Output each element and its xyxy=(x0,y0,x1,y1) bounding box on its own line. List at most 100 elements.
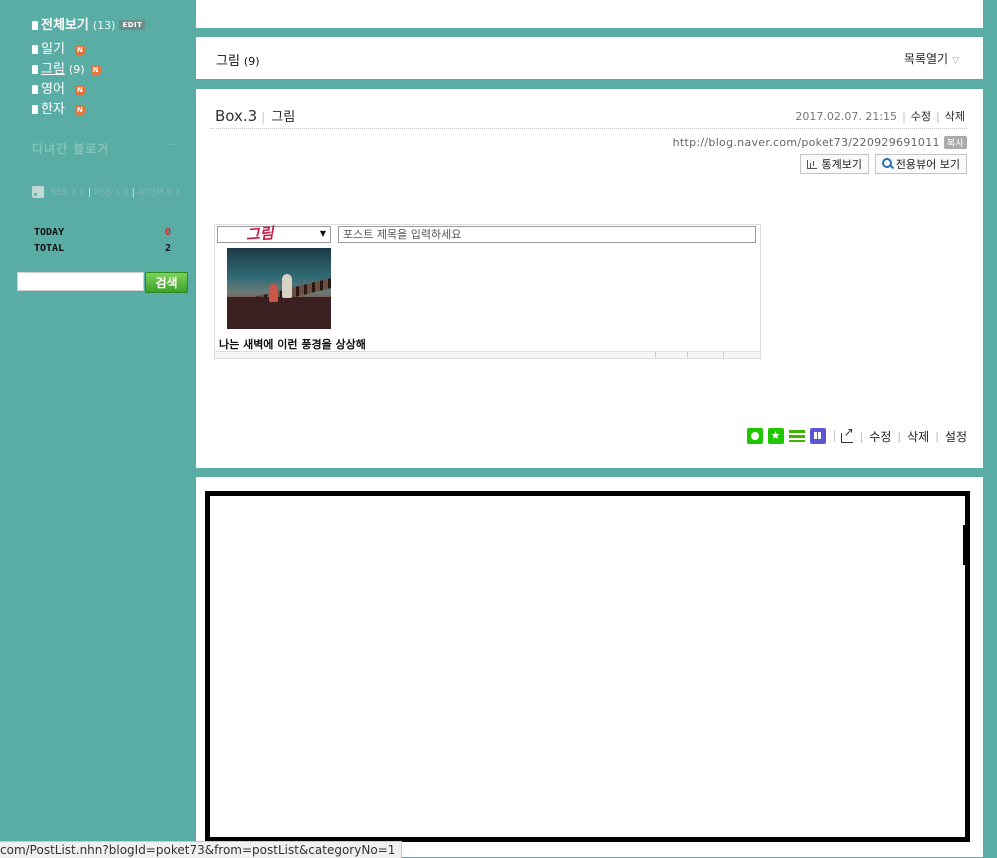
search-icon xyxy=(881,158,892,168)
edit-badge[interactable]: EDIT xyxy=(119,20,146,30)
category-count: (9) xyxy=(68,63,85,76)
action-separator: | xyxy=(859,429,864,443)
action-separator: | xyxy=(935,429,939,443)
new-badge: N xyxy=(74,105,85,115)
visited-more-button[interactable]: ··· xyxy=(168,140,178,151)
category-label[interactable]: 한자 xyxy=(41,102,65,117)
category-all[interactable]: 전체보기 (13) EDIT xyxy=(32,14,146,33)
open-list-button[interactable]: 목록열기 ▽ xyxy=(904,50,959,67)
post-title-text: Box.3 xyxy=(215,107,258,125)
stats-button[interactable]: 통계보기 xyxy=(799,154,869,174)
new-badge: N xyxy=(90,65,101,75)
post: Box.3 | 그림 2017.02.07. 21:15 | 수정 | 삭제 http://… xyxy=(196,89,983,468)
rss-separator: | xyxy=(131,188,135,198)
category-label[interactable]: 그림 xyxy=(41,62,65,77)
action-separator xyxy=(833,430,835,442)
title-separator: | xyxy=(261,110,266,124)
today-row: TODAY 0 xyxy=(34,225,174,241)
list-title-count: (9) xyxy=(243,55,260,68)
total-value: 2 xyxy=(164,243,171,254)
chevron-down-icon: ▽ xyxy=(952,56,959,66)
toolbar-divider xyxy=(687,352,688,357)
browser-status-bar: com/PostList.nhn?blogId=poket73&from=pos… xyxy=(0,841,403,858)
post-embedded-image: 그림 ▼ 포스트 제목을 입력하세요 나는 새벽에 이런 풍경을 상상해 xyxy=(214,224,761,359)
post-list-header: 그림 (9) 목록열기 ▽ xyxy=(196,37,983,79)
document-icon xyxy=(32,65,38,74)
new-badge: N xyxy=(74,85,85,95)
category-all-count: (13) xyxy=(92,19,116,32)
naver-blog-share-icon[interactable] xyxy=(746,428,763,444)
rss-links: RSS 2.0 | RSS 1.0 | ATOM 0.3 xyxy=(32,186,181,198)
new-badge: N xyxy=(74,45,85,55)
rss-separator: | xyxy=(87,188,91,198)
total-label: TOTAL xyxy=(34,243,65,254)
category-label[interactable]: 영어 xyxy=(41,82,65,97)
post-category-link[interactable]: 그림 xyxy=(271,110,295,125)
post-delete-link[interactable]: 삭제 xyxy=(945,110,965,123)
rss-link-rss1[interactable]: RSS 1.0 xyxy=(94,188,129,198)
category-item-hanja[interactable]: 한자 N xyxy=(32,101,101,121)
rss-link-rss2[interactable]: RSS 2.0 xyxy=(50,188,85,198)
bottom-panel xyxy=(196,477,983,857)
figure-sitting xyxy=(269,284,278,302)
dedicated-viewer-button[interactable]: 전용뷰어 보기 xyxy=(874,154,967,174)
night-rooftop-illustration xyxy=(227,248,331,329)
meta-separator: | xyxy=(902,110,906,123)
category-list: 일기 N 그림 (9) N 영어 N 한자 N xyxy=(32,41,101,121)
stats-button-label: 통계보기 xyxy=(821,158,862,171)
frame-scroll-marker xyxy=(963,525,966,565)
bar-chart-icon xyxy=(806,160,817,169)
memo-share-icon[interactable] xyxy=(788,428,805,444)
viewer-button-label: 전용뷰어 보기 xyxy=(895,158,960,171)
divider xyxy=(210,128,967,129)
post-edit-link[interactable]: 수정 xyxy=(911,110,931,123)
category-item-drawing[interactable]: 그림 (9) N xyxy=(32,61,101,81)
document-icon xyxy=(32,45,38,54)
visitor-counter: TODAY 0 TOTAL 2 xyxy=(34,225,174,257)
today-label: TODAY xyxy=(34,227,65,238)
open-list-label[interactable]: 목록열기 xyxy=(904,52,948,66)
dropdown-arrow-icon: ▼ xyxy=(319,229,326,238)
rss-link-atom[interactable]: ATOM 0.3 xyxy=(138,188,181,198)
category-item-english[interactable]: 영어 N xyxy=(32,81,101,101)
post-title: Box.3 | 그림 xyxy=(215,106,295,125)
toolbar-divider xyxy=(723,352,724,357)
post-date: 2017.02.07. 21:15 xyxy=(795,110,898,123)
star-bookmark-icon[interactable]: ★ xyxy=(767,428,784,444)
category-label[interactable]: 일기 xyxy=(41,42,65,57)
embedded-editor-toolbar xyxy=(215,351,760,358)
embedded-select-text: 그림 xyxy=(245,224,275,244)
category-all-label[interactable]: 전체보기 xyxy=(41,18,89,33)
category-item-diary[interactable]: 일기 N xyxy=(32,41,101,61)
list-title-label: 그림 xyxy=(216,54,240,69)
embedded-title-input: 포스트 제목을 입력하세요 xyxy=(338,226,756,243)
action-settings-link[interactable]: 설정 xyxy=(945,428,967,445)
total-row: TOTAL 2 xyxy=(34,241,174,257)
meta-separator: | xyxy=(936,110,940,123)
share-icon[interactable] xyxy=(840,425,854,443)
sidebar: 전체보기 (13) EDIT 일기 N 그림 (9) N 영어 N 한자 N 다녀간 블로거 … xyxy=(0,0,196,857)
embedded-category-select: 그림 ▼ xyxy=(217,224,331,244)
framed-content-box xyxy=(205,491,970,842)
action-edit-link[interactable]: 수정 xyxy=(869,428,891,445)
post-url-text[interactable]: http://blog.naver.com/poket73/2209296910… xyxy=(673,136,940,149)
toolbar-divider xyxy=(655,352,656,357)
visited-bloggers-title: 다녀간 블로거 xyxy=(32,142,110,156)
top-panel xyxy=(196,0,983,28)
list-title: 그림 (9) xyxy=(216,50,260,69)
today-value: 0 xyxy=(164,227,171,238)
document-icon xyxy=(32,105,38,114)
copy-url-button[interactable]: 복사 xyxy=(943,136,967,149)
post-url: http://blog.naver.com/poket73/2209296910… xyxy=(673,136,967,149)
embedded-caption: 나는 새벽에 이런 풍경을 상상해 xyxy=(219,338,366,351)
document-icon xyxy=(32,85,38,94)
band-share-icon[interactable] xyxy=(809,428,826,444)
post-actions: ★ | 수정 | 삭제 | 설정 xyxy=(742,425,967,445)
document-icon xyxy=(32,21,38,30)
search-input[interactable] xyxy=(17,272,144,291)
action-delete-link[interactable]: 삭제 xyxy=(907,428,929,445)
search-button[interactable]: 검색 xyxy=(145,272,188,293)
roof xyxy=(227,297,331,329)
post-meta: 2017.02.07. 21:15 | 수정 | 삭제 xyxy=(795,108,965,124)
rss-icon xyxy=(32,186,44,198)
